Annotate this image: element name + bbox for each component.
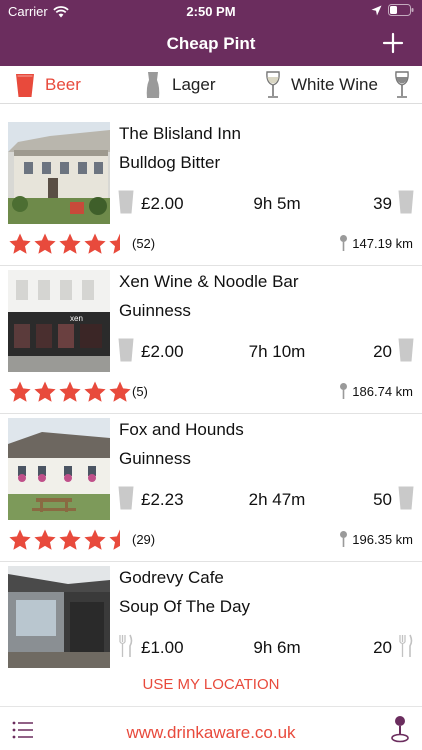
pint-glass-icon <box>398 486 414 510</box>
pub-row[interactable]: xen Xen Wine & Noodle Bar Guinness £2.00… <box>0 266 422 414</box>
fork-knife-icon <box>399 634 413 657</box>
pint-glass-icon <box>398 190 414 214</box>
drink-name: Bulldog Bitter <box>119 153 221 172</box>
plus-icon[interactable] <box>378 28 408 58</box>
pub-name: Godrevy Cafe <box>119 568 224 587</box>
page-title: Cheap Pint <box>166 34 256 53</box>
star-icon <box>109 381 131 402</box>
half-star-icon <box>109 233 120 254</box>
drink-name: Soup Of The Day <box>119 597 251 616</box>
distance-label: 186.74 km <box>352 383 413 399</box>
time-ago: 9h 6m <box>253 638 301 657</box>
star-icon <box>84 529 106 550</box>
wine-glass-icon <box>266 71 280 98</box>
distance: 186.74 km <box>339 382 413 400</box>
pub-name: Xen Wine & Noodle Bar <box>119 272 299 291</box>
status-right <box>371 4 414 16</box>
pub-photo <box>8 566 110 668</box>
half-star-icon <box>109 529 120 550</box>
tab-red-wine[interactable] <box>393 70 420 100</box>
star-icon <box>59 529 81 550</box>
star-rating <box>8 528 132 552</box>
tab-white-wine[interactable]: White Wine <box>264 70 378 100</box>
lager-glass-icon <box>146 72 160 98</box>
star-icon <box>34 529 56 550</box>
pub-name: Fox and Hounds <box>119 420 244 439</box>
pub-row[interactable]: The Blisland Inn Bulldog Bitter £2.00 9h… <box>0 118 422 266</box>
pub-photo <box>8 122 110 224</box>
price: £2.00 <box>141 342 184 361</box>
distance: 147.19 km <box>339 234 413 252</box>
tab-beer[interactable]: Beer <box>14 70 81 100</box>
fork-knife-icon <box>119 634 133 657</box>
review-count: (29) <box>132 532 156 547</box>
price: £2.00 <box>141 194 184 213</box>
star-icon <box>9 233 31 254</box>
bottom-toolbar: www.drinkaware.co.uk <box>0 706 422 750</box>
pub-photo: xen <box>8 270 110 372</box>
status-bar: Carrier 2:50 PM <box>0 0 422 22</box>
clock: 2:50 PM <box>186 4 236 19</box>
drink-name: Guinness <box>119 301 191 320</box>
star-icon <box>59 381 81 402</box>
star-icon <box>84 233 106 254</box>
review-count: (52) <box>132 236 156 251</box>
star-icon <box>59 233 81 254</box>
star-icon <box>84 381 106 402</box>
report-count: 50 <box>373 490 392 509</box>
time-ago: 2h 47m <box>248 490 306 509</box>
time-ago: 7h 10m <box>248 342 306 361</box>
tab-white-wine-label: White Wine <box>291 75 378 94</box>
star-rating <box>8 232 132 256</box>
star-icon <box>34 381 56 402</box>
svg-text:xen: xen <box>70 314 83 323</box>
pub-list: The Blisland Inn Bulldog Bitter £2.00 9h… <box>0 118 422 710</box>
wine-glass-icon <box>395 71 409 98</box>
report-count: 39 <box>373 194 392 213</box>
location-arrow-icon <box>371 5 382 15</box>
pub-row[interactable]: Fox and Hounds Guinness £2.23 2h 47m 50 … <box>0 414 422 562</box>
map-pin-icon[interactable] <box>390 715 410 743</box>
pint-glass-icon <box>16 74 34 97</box>
pint-glass-icon <box>398 338 414 362</box>
map-pin-icon <box>340 235 348 251</box>
pub-photo <box>8 418 110 520</box>
map-pin-icon <box>340 383 348 399</box>
report-count: 20 <box>373 342 392 361</box>
drinkaware-link[interactable]: www.drinkaware.co.uk <box>0 723 422 743</box>
distance-label: 196.35 km <box>352 531 413 547</box>
nav-bar: Cheap Pint <box>0 22 422 66</box>
battery-icon <box>388 4 414 16</box>
star-icon <box>9 381 31 402</box>
star-icon <box>34 233 56 254</box>
price: £1.00 <box>141 638 184 657</box>
drink-name: Guinness <box>119 449 191 468</box>
time-ago: 9h 5m <box>253 194 301 213</box>
pint-glass-icon <box>118 190 134 214</box>
star-icon <box>9 529 31 550</box>
review-count: (5) <box>132 384 148 399</box>
star-rating <box>8 380 132 404</box>
distance: 196.35 km <box>339 530 413 548</box>
tab-lager[interactable]: Lager <box>143 70 215 100</box>
use-my-location-button[interactable]: USE MY LOCATION <box>0 676 422 693</box>
price: £2.23 <box>141 490 184 509</box>
pub-name: The Blisland Inn <box>119 124 241 143</box>
report-count: 20 <box>373 638 392 657</box>
drink-tabs: Beer Lager White Wine <box>0 66 422 104</box>
map-pin-icon <box>340 531 348 547</box>
pint-glass-icon <box>118 486 134 510</box>
distance-label: 147.19 km <box>352 235 413 251</box>
tab-lager-label: Lager <box>172 75 216 94</box>
tab-beer-label: Beer <box>45 75 81 94</box>
pint-glass-icon <box>118 338 134 362</box>
